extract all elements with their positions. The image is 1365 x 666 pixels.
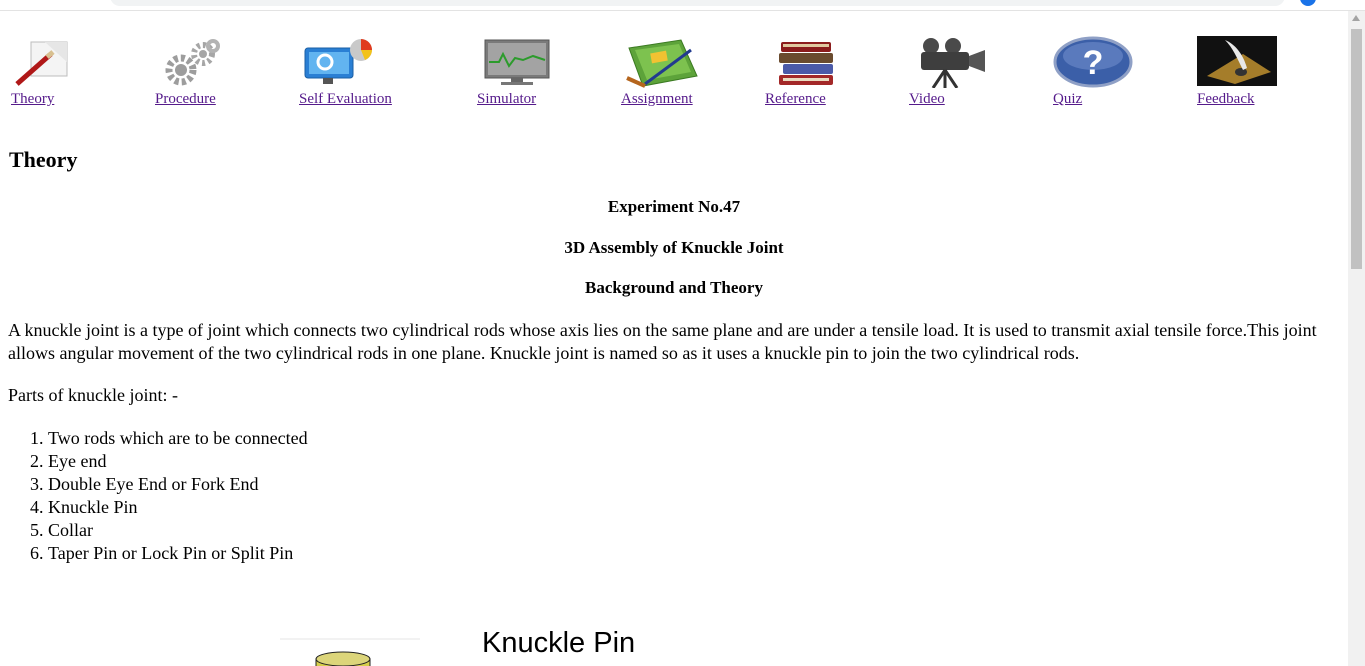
scrollbar-thumb[interactable]	[1351, 29, 1362, 269]
profile-icon[interactable]	[1300, 0, 1316, 6]
list-item: Knuckle Pin	[48, 496, 308, 519]
nav-procedure[interactable]: Procedure	[155, 36, 225, 108]
scroll-up-icon[interactable]	[1352, 15, 1360, 21]
nav-theory[interactable]: Theory	[11, 36, 71, 108]
nav-label: Simulator	[477, 91, 537, 107]
monitor-icon	[484, 39, 550, 85]
theory-icon	[15, 41, 68, 86]
experiment-subtitle: 3D Assembly of Knuckle Joint	[564, 238, 784, 257]
page-title: Theory	[9, 147, 78, 172]
parts-heading: Parts of knuckle joint: -	[8, 385, 178, 405]
nav-self-evaluation[interactable]: Self Evaluation	[299, 36, 392, 108]
svg-text:?: ?	[1083, 44, 1104, 82]
list-item: Double Eye End or Fork End	[48, 473, 308, 496]
address-bar[interactable]	[110, 0, 1285, 6]
nav-label: Reference	[765, 91, 826, 107]
list-item: Collar	[48, 519, 308, 542]
nav-feedback[interactable]: Feedback	[1197, 36, 1277, 108]
nav-quiz[interactable]: ? Quiz	[1053, 36, 1133, 108]
nav-reference[interactable]: Reference	[765, 36, 840, 108]
nav-label: Self Evaluation	[299, 91, 392, 107]
page-content: Theory Procedure Self Evaluation Simulat…	[0, 11, 1348, 666]
nav-label: Theory	[11, 91, 55, 107]
question-icon: ?	[1053, 36, 1133, 88]
knuckle-pin-drawing	[280, 638, 420, 666]
nav-video[interactable]: Video	[909, 36, 989, 108]
list-item: Eye end	[48, 450, 308, 473]
quill-icon	[1197, 36, 1277, 86]
vertical-scrollbar[interactable]	[1348, 11, 1365, 666]
experiment-number: Experiment No.47	[607, 197, 741, 216]
nav-label: Video	[909, 91, 945, 107]
nav-label: Procedure	[155, 91, 216, 107]
gears-icon	[165, 39, 220, 86]
nav-label: Feedback	[1197, 91, 1255, 107]
video-camera-icon	[921, 38, 985, 88]
nav-assignment[interactable]: Assignment	[621, 36, 701, 108]
books-icon	[779, 42, 833, 85]
knuckle-joint-figure: Knuckle Pin	[270, 621, 670, 666]
parts-list: Two rods which are to be connected Eye e…	[8, 427, 308, 565]
nav-label: Assignment	[621, 91, 693, 107]
nav-simulator[interactable]: Simulator	[477, 36, 557, 108]
self-evaluation-icon	[304, 39, 372, 84]
intro-paragraph: A knuckle joint is a type of joint which…	[8, 320, 1317, 363]
section-heading: Background and Theory	[585, 278, 763, 297]
figure-caption: Knuckle Pin	[482, 627, 636, 659]
list-item: Taper Pin or Lock Pin or Split Pin	[48, 542, 308, 565]
browser-toolbar	[0, 0, 1365, 11]
list-item: Two rods which are to be connected	[48, 427, 308, 450]
nav-label: Quiz	[1053, 91, 1083, 107]
assignment-icon	[626, 39, 698, 88]
